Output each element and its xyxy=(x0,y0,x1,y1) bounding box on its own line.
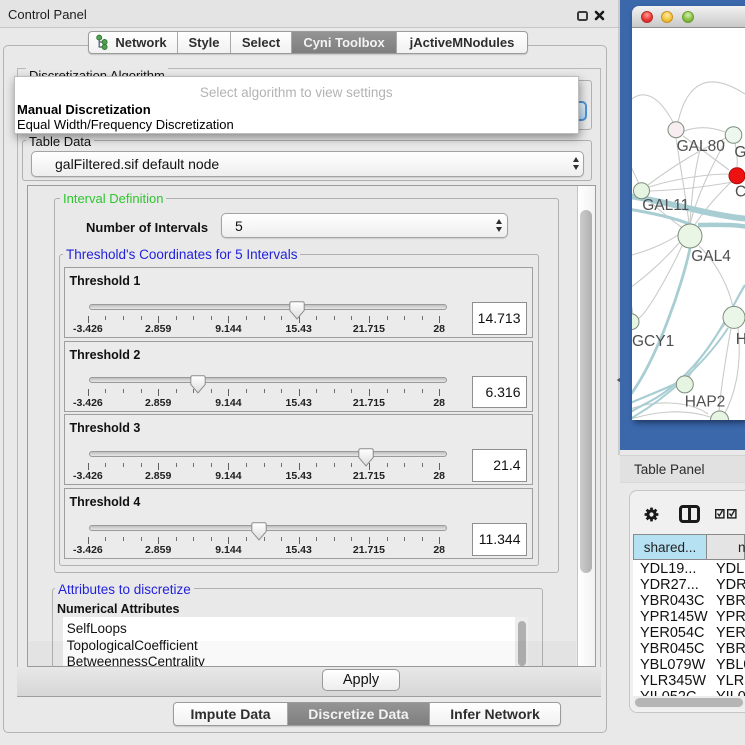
svg-text:GAL11: GAL11 xyxy=(642,197,689,214)
svg-text:CDC1: CDC1 xyxy=(735,184,745,201)
svg-text:HIS7: HIS7 xyxy=(736,331,745,348)
svg-text:GCY1: GCY1 xyxy=(632,333,674,350)
svg-text:GAL4: GAL4 xyxy=(691,248,731,265)
svg-text:HAP2: HAP2 xyxy=(685,394,726,411)
svg-text:GAL80: GAL80 xyxy=(677,138,726,155)
svg-text:GAL1: GAL1 xyxy=(734,144,745,161)
